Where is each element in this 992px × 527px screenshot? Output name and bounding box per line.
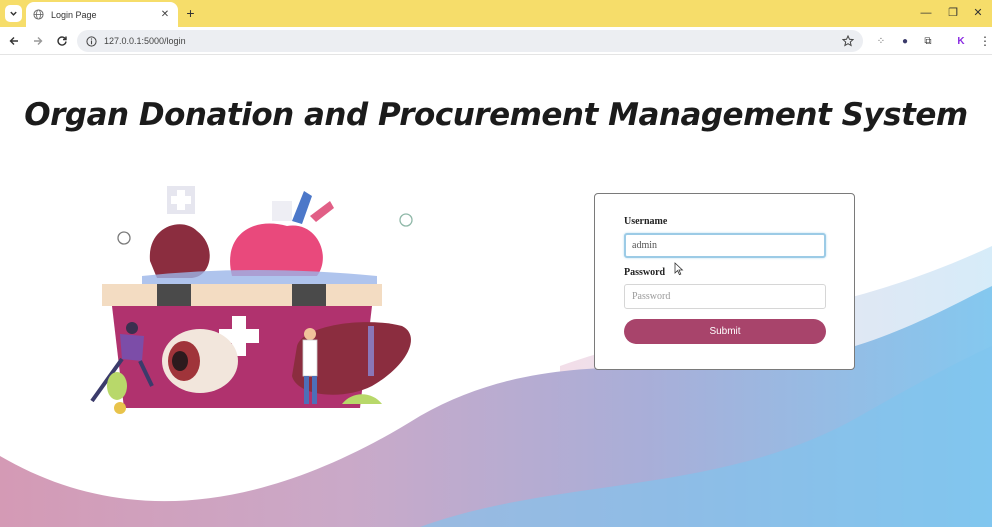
chevron-down-icon: [10, 11, 17, 16]
site-info-icon[interactable]: [85, 35, 98, 48]
browser-toolbar: 127.0.0.1:5000/login ⁘ ● ⧉ K ⋮: [0, 27, 992, 55]
browser-tab-strip: Login Page ✕ + — ❐ ✕: [0, 0, 992, 27]
login-page: Organ Donation and Procurement Managemen…: [0, 56, 992, 527]
login-form: Username Password Submit: [594, 193, 855, 370]
arrow-right-icon: [34, 37, 43, 45]
username-input[interactable]: [624, 233, 826, 258]
tab-search-button[interactable]: [5, 5, 22, 22]
password-label: Password: [624, 267, 666, 278]
profile-extension-icon[interactable]: ●: [898, 34, 912, 48]
arrow-left-icon: [9, 37, 18, 45]
reload-button[interactable]: [54, 33, 70, 49]
close-tab-icon[interactable]: ✕: [158, 8, 172, 22]
submit-button[interactable]: Submit: [624, 319, 826, 344]
grid-extension-icon[interactable]: ⁘: [874, 34, 888, 48]
address-bar[interactable]: 127.0.0.1:5000/login: [77, 30, 863, 52]
minimize-window-button[interactable]: —: [918, 5, 934, 21]
k-extension-icon[interactable]: K: [954, 34, 968, 48]
forward-button[interactable]: [30, 33, 46, 49]
new-tab-button[interactable]: +: [183, 6, 198, 21]
reload-icon: [57, 36, 67, 46]
tab-title: Login Page: [51, 9, 97, 20]
mouse-cursor-icon: [674, 262, 684, 276]
close-window-button[interactable]: ✕: [970, 5, 986, 21]
bookmark-star-icon[interactable]: [841, 34, 855, 48]
organ-transport-illustration: [90, 186, 413, 414]
globe-icon: [32, 9, 44, 21]
username-label: Username: [624, 216, 668, 227]
back-button[interactable]: [6, 33, 22, 49]
restore-window-button[interactable]: ❐: [945, 5, 961, 21]
browser-tab-login[interactable]: Login Page ✕: [26, 2, 178, 27]
password-input[interactable]: [624, 284, 826, 309]
page-title: Organ Donation and Procurement Managemen…: [24, 97, 968, 133]
puzzle-extensions-icon[interactable]: ⧉: [921, 34, 935, 48]
more-menu-icon[interactable]: ⋮: [978, 34, 992, 48]
url-text[interactable]: 127.0.0.1:5000/login: [104, 36, 841, 46]
